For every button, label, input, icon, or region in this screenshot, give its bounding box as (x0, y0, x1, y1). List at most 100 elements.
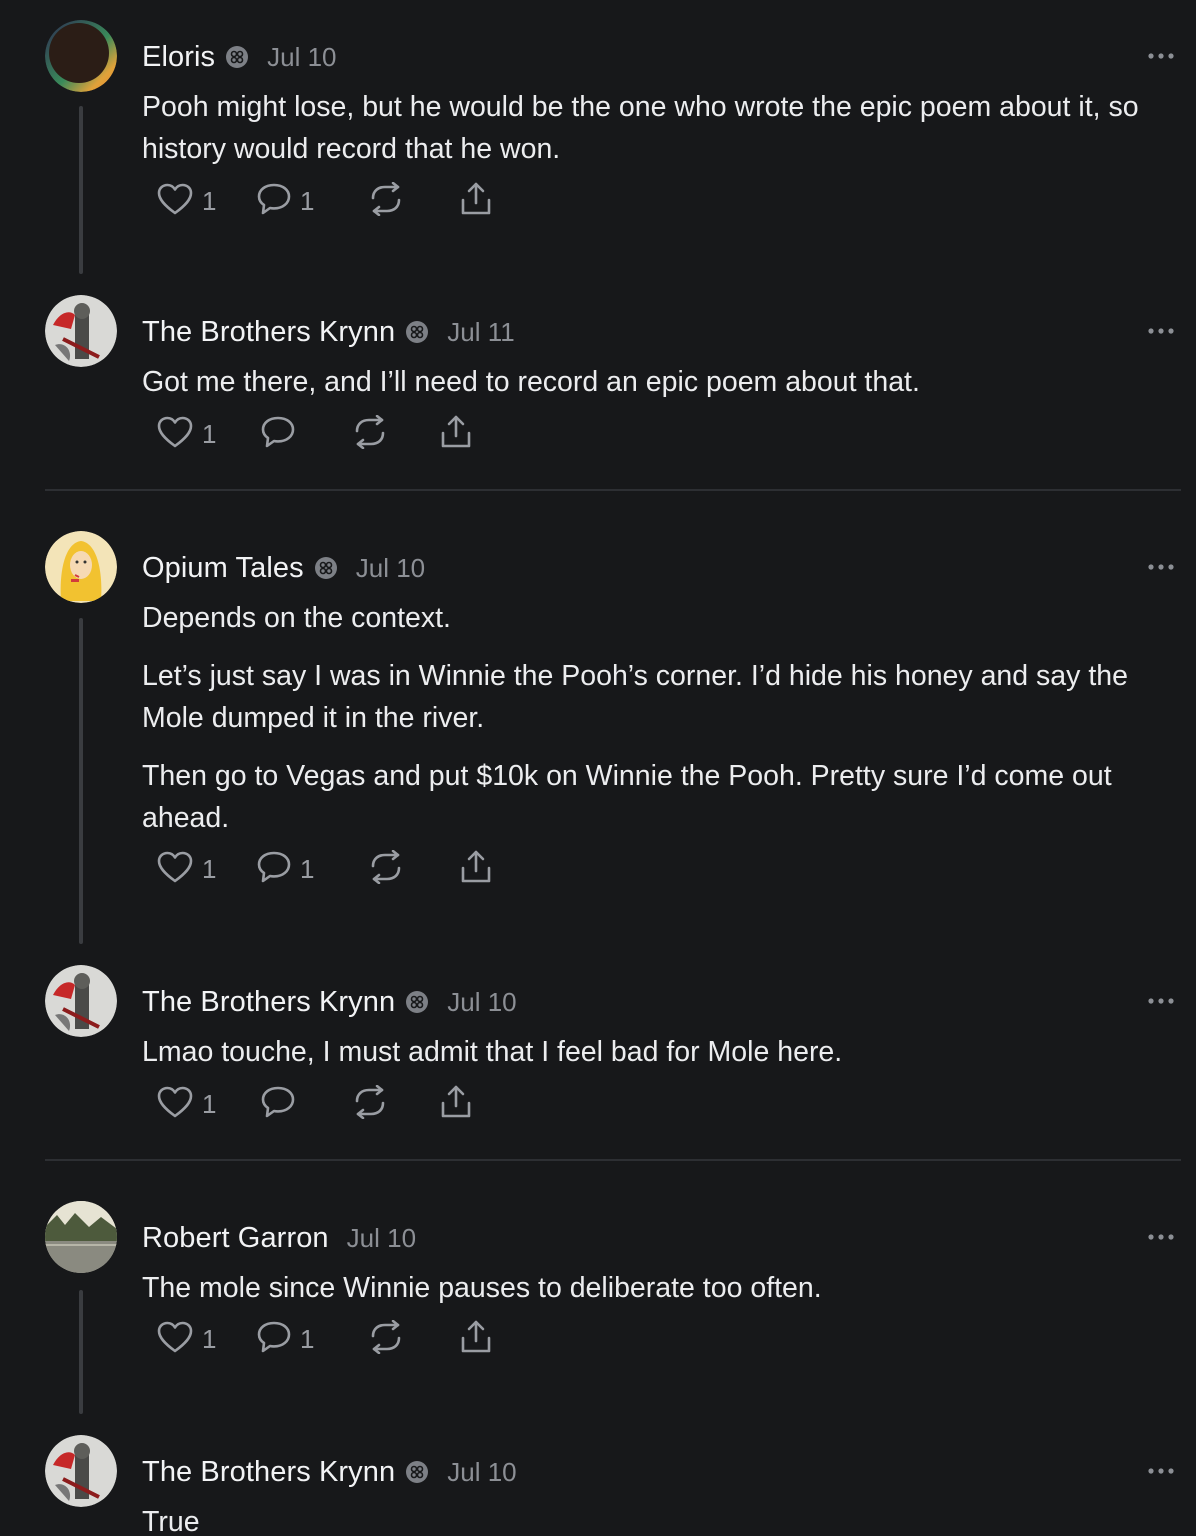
like-button[interactable]: 1 (156, 849, 256, 889)
comment-bubble-icon (260, 1085, 296, 1124)
heart-icon (156, 182, 194, 221)
comment-header: Opium Tales Jul 10 (142, 548, 425, 588)
restack-icon (352, 1084, 388, 1124)
like-count: 1 (202, 1323, 217, 1354)
more-options-icon[interactable] (1144, 1225, 1178, 1249)
share-icon (458, 181, 494, 222)
avatar-eloris[interactable] (45, 20, 117, 92)
action-bar: 1 1 (156, 181, 498, 221)
like-count: 1 (202, 418, 217, 449)
comment-body: The mole since Winnie pauses to delibera… (142, 1267, 1172, 1325)
comment-button[interactable]: 1 (256, 181, 368, 221)
post-date[interactable]: Jul 10 (267, 42, 336, 73)
like-button[interactable]: 1 (156, 1319, 256, 1359)
comment-button[interactable] (260, 414, 352, 454)
post-date[interactable]: Jul 10 (447, 987, 516, 1018)
post-date[interactable]: Jul 10 (356, 553, 425, 584)
post-date[interactable]: Jul 10 (447, 1457, 516, 1488)
comment-text: Got me there, and I’ll need to record an… (142, 366, 920, 398)
author-name[interactable]: The Brothers Krynn (142, 986, 395, 1019)
heart-icon (156, 850, 194, 889)
restack-button[interactable] (368, 849, 458, 889)
comment-bubble-icon (256, 850, 292, 889)
share-button[interactable] (458, 849, 498, 889)
more-options-icon[interactable] (1144, 319, 1178, 343)
avatar-the-brothers-krynn[interactable] (45, 295, 117, 367)
author-name[interactable]: Eloris (142, 41, 215, 74)
comment-count: 1 (300, 1323, 315, 1354)
comment-header: The Brothers Krynn Jul 11 (142, 312, 515, 352)
comment-bubble-icon (260, 415, 296, 454)
author-name[interactable]: The Brothers Krynn (142, 316, 395, 349)
like-count: 1 (202, 185, 217, 216)
comment-body: Pooh might lose, but he would be the one… (142, 86, 1172, 186)
heart-icon (156, 1085, 194, 1124)
share-icon (438, 414, 474, 455)
subscriber-badge-icon (405, 1460, 429, 1484)
avatar-opium-tales[interactable] (45, 531, 117, 603)
post-date[interactable]: Jul 10 (347, 1223, 416, 1254)
share-icon (458, 849, 494, 890)
restack-icon (368, 1319, 404, 1359)
comment-button[interactable] (260, 1084, 352, 1124)
thread-divider (45, 1159, 1181, 1161)
thread-divider (45, 489, 1181, 491)
subscriber-badge-icon (405, 990, 429, 1014)
share-button[interactable] (458, 181, 498, 221)
comment-text: Pooh might lose, but he would be the one… (142, 91, 1139, 165)
comment-text: Then go to Vegas and put $10k on Winnie … (142, 760, 1112, 834)
subscriber-badge-icon (314, 556, 338, 580)
share-button[interactable] (438, 1084, 478, 1124)
avatar-robert-garron[interactable] (45, 1201, 117, 1273)
heart-icon (156, 415, 194, 454)
comment-header: The Brothers Krynn Jul 10 (142, 1452, 517, 1492)
comments-feed: Eloris Jul 10 Pooh might lose, but he wo… (0, 0, 1196, 1536)
restack-button[interactable] (368, 181, 458, 221)
comment-body: True (142, 1501, 1172, 1536)
author-name[interactable]: Opium Tales (142, 552, 304, 585)
post-date[interactable]: Jul 11 (447, 317, 514, 348)
comment-header: The Brothers Krynn Jul 10 (142, 982, 517, 1022)
comment-body: Got me there, and I’ll need to record an… (142, 361, 1172, 419)
restack-button[interactable] (352, 1084, 438, 1124)
comment-bubble-icon (256, 182, 292, 221)
restack-icon (352, 414, 388, 454)
like-button[interactable]: 1 (156, 1084, 260, 1124)
avatar-the-brothers-krynn[interactable] (45, 1435, 117, 1507)
subscriber-badge-icon (405, 320, 429, 344)
share-button[interactable] (458, 1319, 498, 1359)
comment-text: Depends on the context. (142, 602, 451, 634)
share-icon (458, 1319, 494, 1360)
heart-icon (156, 1320, 194, 1359)
more-options-icon[interactable] (1144, 989, 1178, 1013)
comment-bubble-icon (256, 1320, 292, 1359)
share-button[interactable] (438, 414, 478, 454)
comment-body: Depends on the context. Let’s just say I… (142, 597, 1172, 855)
thread-line (79, 1290, 83, 1414)
comment-body: Lmao touche, I must admit that I feel ba… (142, 1031, 1172, 1089)
thread-line (79, 618, 83, 944)
comment-button[interactable]: 1 (256, 849, 368, 889)
share-icon (438, 1084, 474, 1125)
action-bar: 1 1 (156, 849, 498, 889)
more-options-icon[interactable] (1144, 44, 1178, 68)
comment-count: 1 (300, 185, 315, 216)
restack-button[interactable] (368, 1319, 458, 1359)
like-count: 1 (202, 1088, 217, 1119)
more-options-icon[interactable] (1144, 1459, 1178, 1483)
like-button[interactable]: 1 (156, 181, 256, 221)
like-count: 1 (202, 853, 217, 884)
more-options-icon[interactable] (1144, 555, 1178, 579)
comment-text: True (142, 1506, 200, 1536)
thread-line (79, 106, 83, 274)
like-button[interactable]: 1 (156, 414, 260, 454)
restack-icon (368, 849, 404, 889)
author-name[interactable]: The Brothers Krynn (142, 1456, 395, 1489)
action-bar: 1 1 (156, 1319, 498, 1359)
author-name[interactable]: Robert Garron (142, 1222, 329, 1255)
avatar-the-brothers-krynn[interactable] (45, 965, 117, 1037)
action-bar: 1 (156, 414, 478, 454)
comment-header: Robert Garron Jul 10 (142, 1218, 416, 1258)
restack-button[interactable] (352, 414, 438, 454)
comment-button[interactable]: 1 (256, 1319, 368, 1359)
